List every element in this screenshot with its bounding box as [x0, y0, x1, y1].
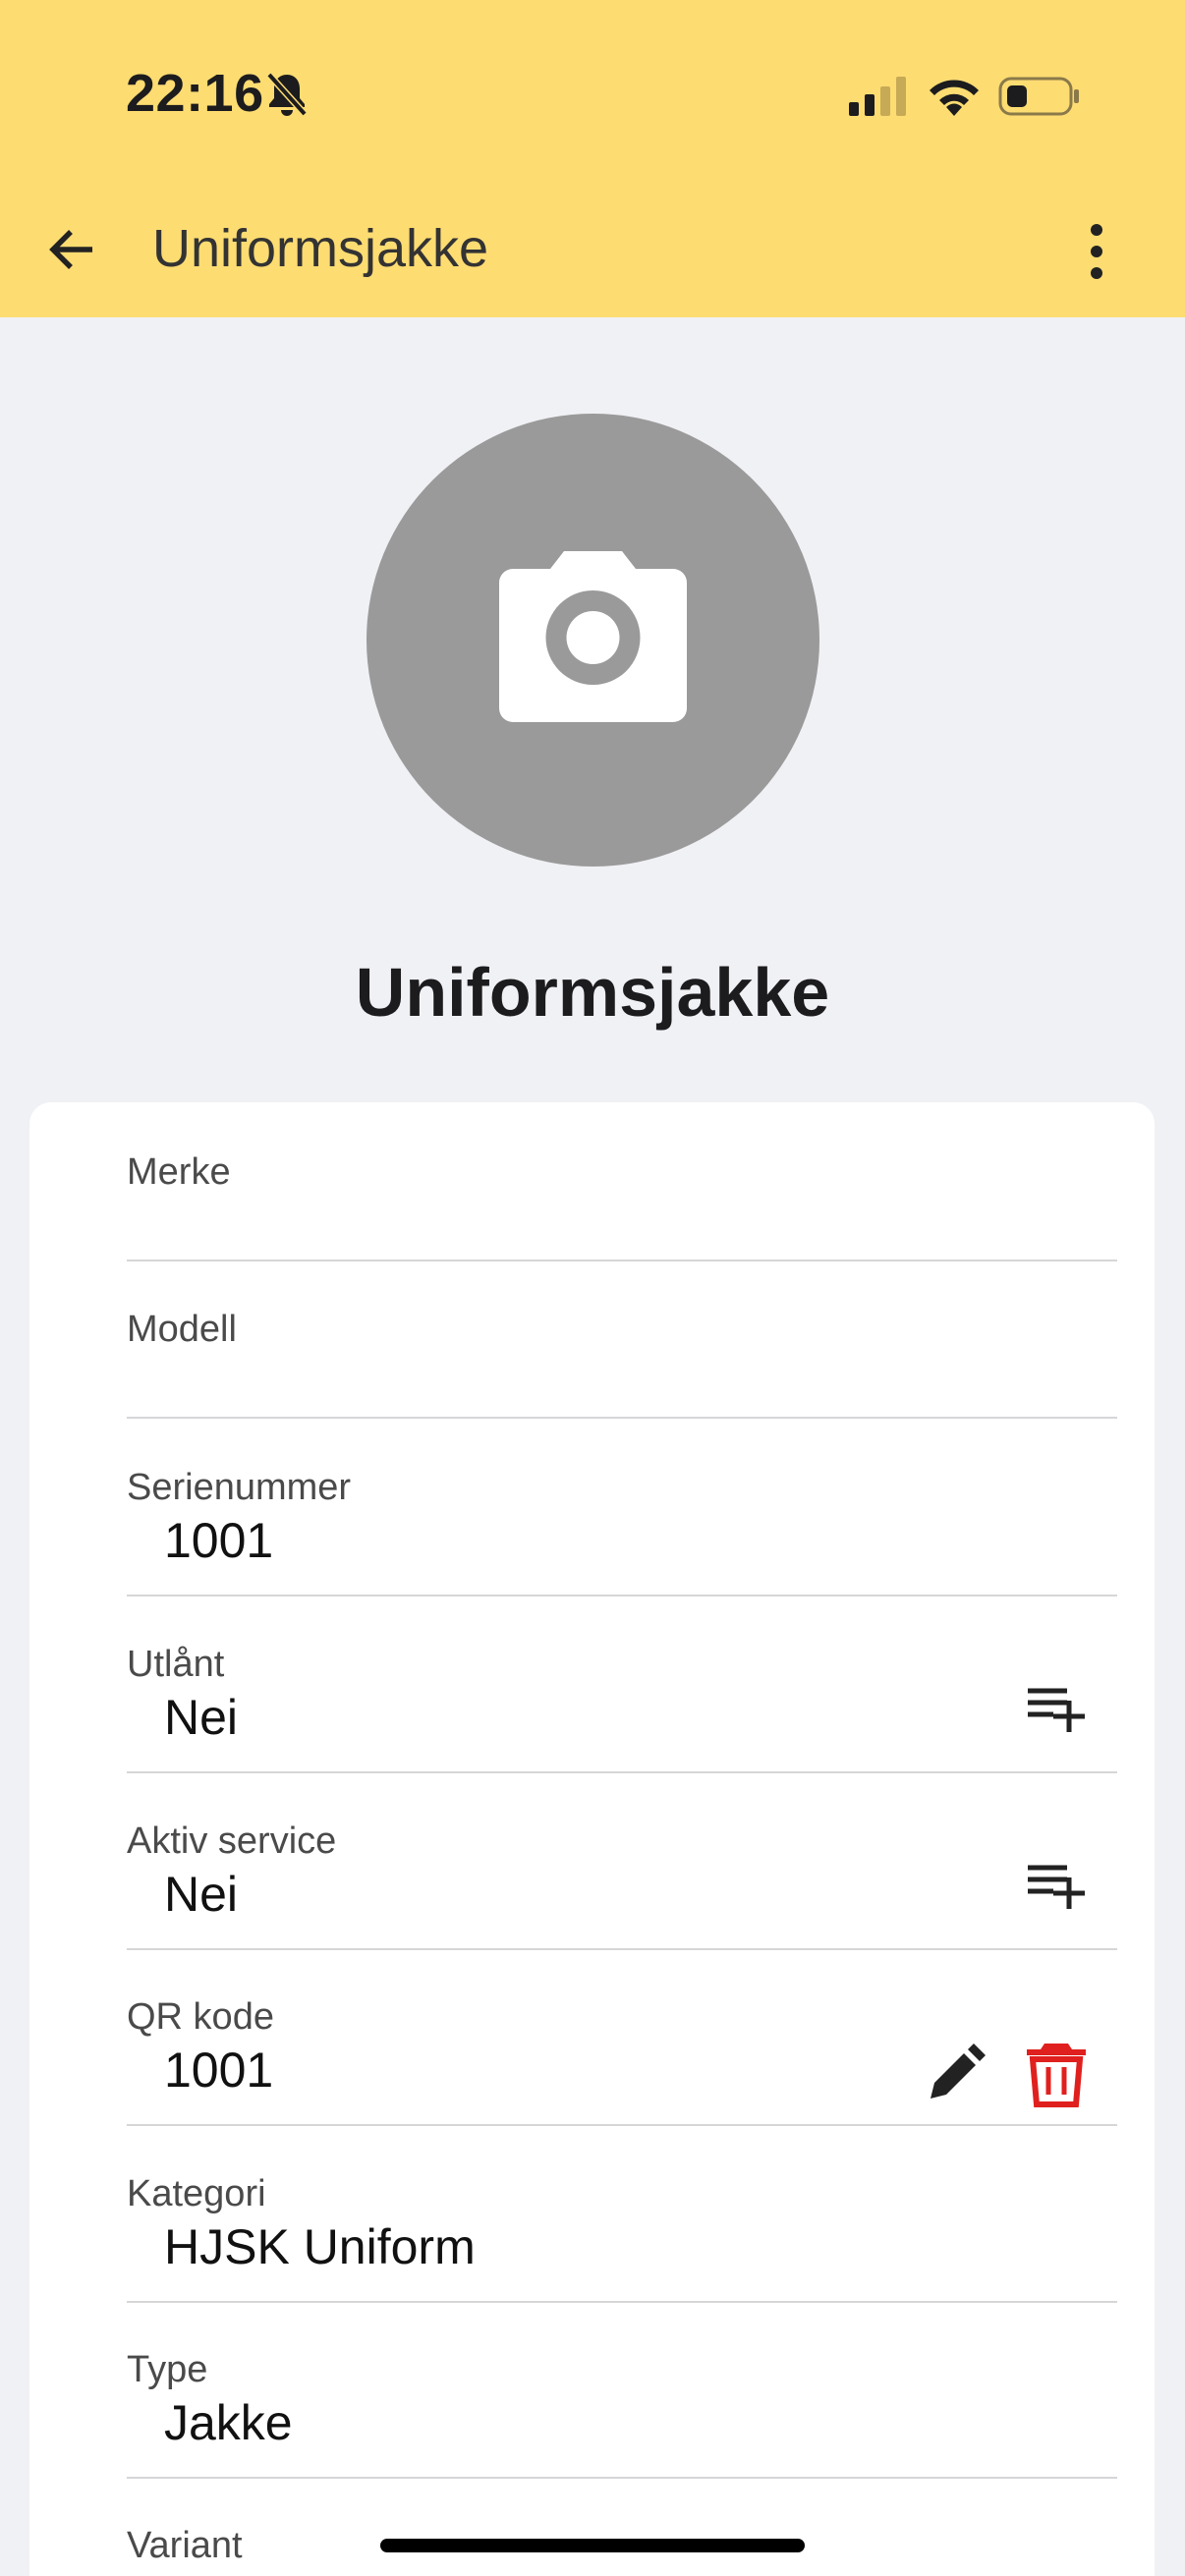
page-title: Uniformsjakke — [152, 219, 489, 278]
field-value: Nei — [164, 1867, 239, 1922]
field-label: Aktiv service — [127, 1820, 337, 1862]
arrow-left-icon[interactable] — [41, 218, 104, 281]
field-label: Serienummer — [127, 1467, 352, 1508]
field-utlant[interactable]: Utlånt Nei — [127, 1644, 1117, 1773]
more-vertical-icon[interactable] — [1065, 220, 1128, 283]
app-header: 22:16 Uniformsjakke — [0, 0, 1185, 317]
field-qr-kode[interactable]: QR kode 1001 — [127, 1996, 1117, 2126]
field-value: 1001 — [164, 1513, 274, 1568]
field-kategori[interactable]: Kategori HJSK Uniform — [127, 2173, 1117, 2303]
field-aktiv-service[interactable]: Aktiv service Nei — [127, 1820, 1117, 1950]
camera-icon — [499, 551, 687, 722]
field-value: Jakke — [164, 2395, 293, 2450]
field-label: Modell — [127, 1309, 237, 1350]
field-merke[interactable]: Merke — [127, 1151, 1117, 1261]
field-serienummer[interactable]: Serienummer 1001 — [127, 1467, 1117, 1596]
field-label: QR kode — [127, 1996, 274, 2038]
field-type[interactable]: Type Jakke — [127, 2349, 1117, 2479]
field-modell[interactable]: Modell — [127, 1309, 1117, 1419]
field-label: Utlånt — [127, 1644, 225, 1685]
playlist-add-icon[interactable] — [1024, 1679, 1095, 1750]
battery-icon — [998, 77, 1079, 116]
field-value: HJSK Uniform — [164, 2219, 476, 2274]
field-label: Variant — [127, 2525, 243, 2566]
field-label: Merke — [127, 1151, 231, 1193]
status-time: 22:16 — [126, 64, 264, 123]
pencil-icon[interactable] — [921, 2038, 991, 2108]
home-indicator[interactable] — [380, 2539, 805, 2552]
trash-icon[interactable] — [1021, 2038, 1092, 2108]
wifi-icon — [930, 80, 979, 116]
bell-off-icon — [266, 72, 308, 117]
field-value: 1001 — [164, 2043, 274, 2098]
item-photo-button[interactable] — [367, 414, 819, 867]
field-value: Nei — [164, 1690, 239, 1745]
item-name-heading: Uniformsjakke — [355, 954, 830, 1031]
field-label: Type — [127, 2349, 208, 2390]
cellular-signal-icon — [849, 77, 906, 116]
field-label: Kategori — [127, 2173, 266, 2214]
playlist-add-icon[interactable] — [1024, 1856, 1095, 1927]
